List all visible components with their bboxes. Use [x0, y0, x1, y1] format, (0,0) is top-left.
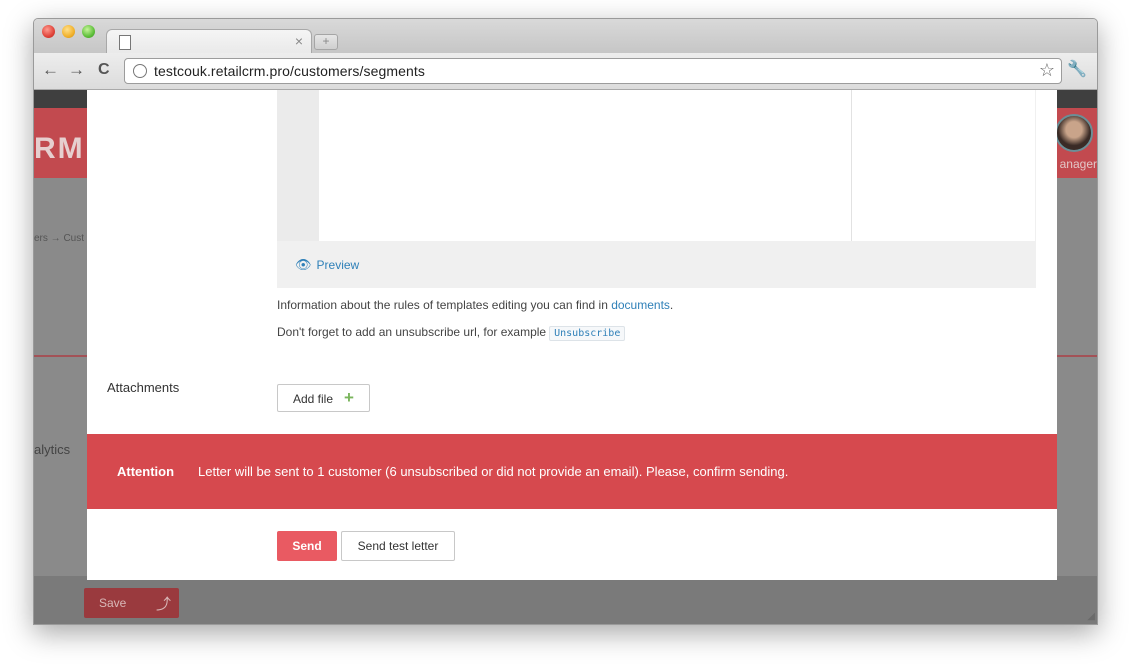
- minimize-window-button[interactable]: [62, 25, 75, 38]
- template-editor: 👁 Preview: [277, 90, 1036, 288]
- breadcrumb: ers → Cust: [34, 233, 85, 244]
- wrench-icon[interactable]: 🔧: [1067, 59, 1087, 79]
- editor-gutter: [277, 90, 319, 241]
- eye-icon: 👁: [295, 257, 312, 272]
- share-arrow-icon: ⤴: [156, 596, 172, 613]
- send-button[interactable]: Send: [277, 531, 337, 561]
- globe-icon: [133, 64, 147, 78]
- attention-title: Attention: [117, 464, 175, 479]
- documents-link[interactable]: documents: [611, 298, 670, 312]
- unsubscribe-code: Unsubscribe: [549, 326, 626, 341]
- zoom-window-button[interactable]: [82, 25, 95, 38]
- template-info-text: Information about the rules of templates…: [277, 298, 673, 312]
- close-window-button[interactable]: [42, 25, 55, 38]
- plus-icon: +: [344, 388, 354, 407]
- preview-link[interactable]: 👁 Preview: [295, 257, 359, 273]
- address-bar[interactable]: testcouk.retailcrm.pro/customers/segment…: [124, 58, 1062, 84]
- tab-strip: × +: [34, 19, 1097, 54]
- bg-analytics-label: alytics: [34, 442, 71, 457]
- editor-body[interactable]: [319, 90, 851, 241]
- page-viewport: RM anager ers → Cust alytics Save ⤴ 👁 Pre…: [34, 90, 1097, 624]
- attention-banner: Attention Letter will be sent to 1 custo…: [87, 434, 1057, 509]
- add-file-label: Add file: [293, 392, 334, 406]
- attention-text: Letter will be sent to 1 customer (6 uns…: [198, 464, 789, 479]
- tab-close-icon[interactable]: ×: [295, 33, 303, 49]
- back-arrow-icon[interactable]: ←: [42, 60, 59, 80]
- reload-icon[interactable]: C: [98, 61, 110, 79]
- bookmark-star-icon[interactable]: ☆: [1039, 60, 1055, 81]
- attachments-label: Attachments: [107, 380, 180, 395]
- forward-arrow-icon[interactable]: →: [68, 60, 85, 80]
- bg-save-button: Save ⤴: [84, 588, 179, 618]
- add-file-button[interactable]: Add file +: [277, 384, 370, 412]
- avatar: [1055, 114, 1093, 152]
- browser-window: × + ← → C testcouk.retailcrm.pro/custome…: [33, 18, 1098, 625]
- editor-side-panel: [851, 90, 1035, 241]
- send-test-letter-button[interactable]: Send test letter: [341, 531, 455, 561]
- info-prefix: Information about the rules of templates…: [277, 298, 612, 312]
- bg-save-label: Save: [99, 596, 127, 610]
- browser-tab[interactable]: ×: [106, 29, 312, 54]
- unsubscribe-hint: Don't forget to add an unsubscribe url, …: [277, 325, 626, 341]
- page-icon: [119, 35, 131, 50]
- info-suffix: .: [669, 298, 674, 312]
- url-text[interactable]: testcouk.retailcrm.pro/customers/segment…: [154, 63, 425, 79]
- unsubscribe-hint-text: Don't forget to add an unsubscribe url, …: [277, 325, 547, 339]
- bg-save-bar: [34, 576, 1097, 624]
- new-tab-button[interactable]: +: [314, 34, 338, 50]
- bg-logo: RM: [34, 132, 85, 165]
- preview-label: Preview: [316, 258, 360, 272]
- resize-grip-icon[interactable]: ◢: [1087, 611, 1095, 622]
- send-letter-modal: 👁 Preview Information about the rules of …: [87, 90, 1057, 580]
- bg-manager-label: anager: [1059, 157, 1097, 171]
- browser-toolbar: ← → C testcouk.retailcrm.pro/customers/s…: [34, 53, 1097, 90]
